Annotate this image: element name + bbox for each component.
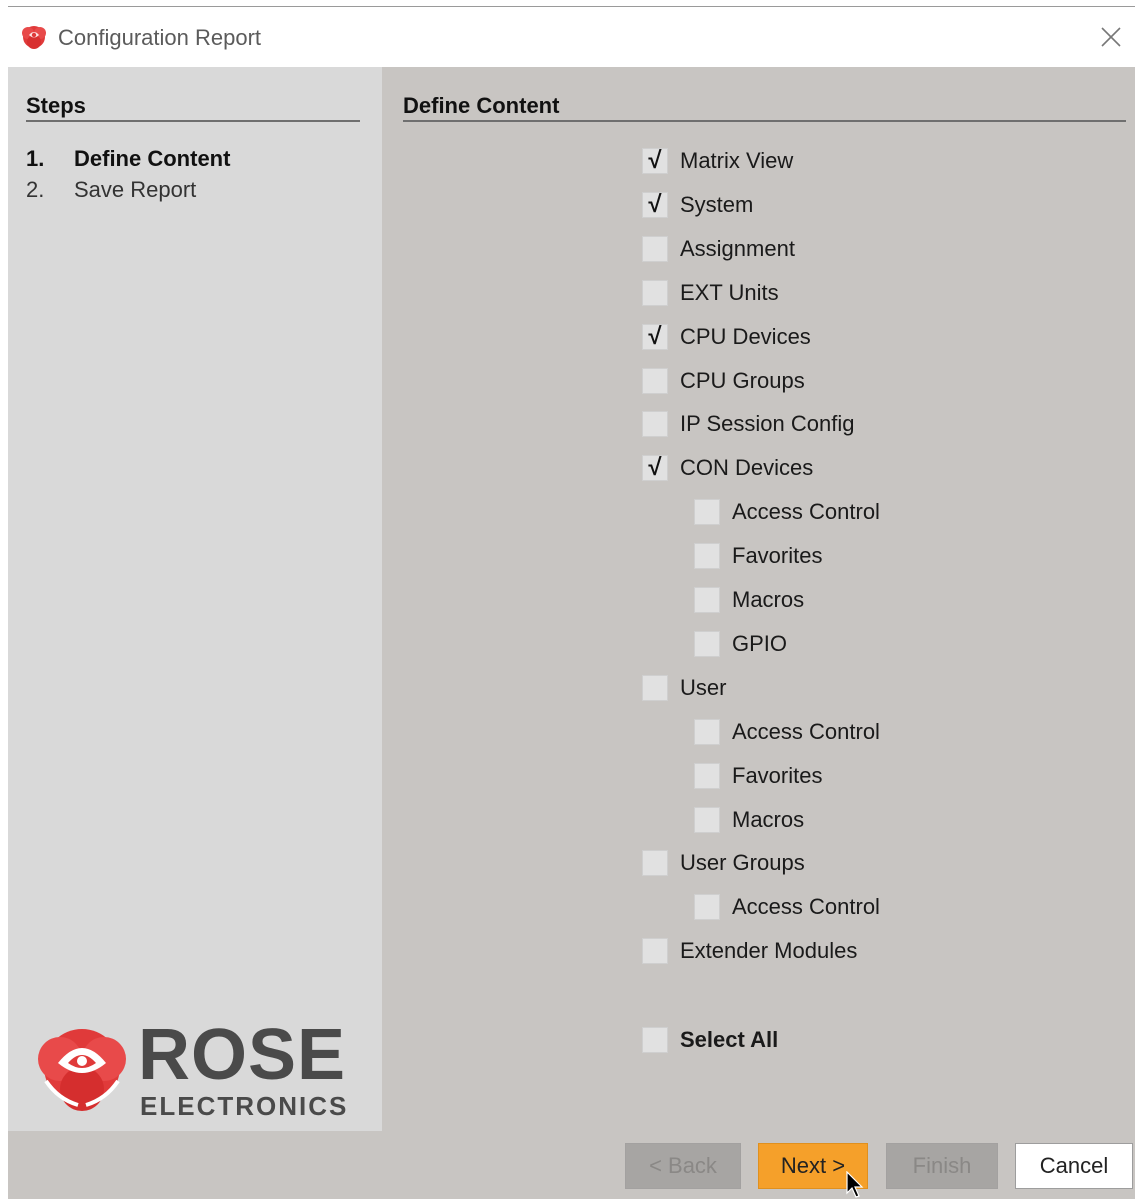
option-checkbox[interactable]: User Groups (642, 848, 805, 878)
checkbox-box[interactable] (642, 236, 668, 262)
content-heading: Define Content (403, 93, 560, 118)
content-divider (403, 120, 1126, 122)
window-title: Configuration Report (58, 25, 262, 50)
step-define-content: 1. Define Content (26, 146, 230, 172)
checkmark-icon[interactable]: √ (642, 192, 668, 218)
content-panel: Define Content √ Matrix View √ System Assign… (382, 67, 1135, 1131)
checkmark-icon[interactable]: √ (642, 455, 668, 481)
option-label: EXT Units (680, 280, 779, 305)
option-label: User (680, 675, 727, 700)
option-label: Matrix View (680, 148, 794, 173)
back-button[interactable]: < Back (625, 1143, 741, 1189)
option-label: User Groups (680, 850, 805, 875)
option-checkbox[interactable]: Favorites (694, 541, 822, 571)
option-checkbox[interactable]: Macros (694, 585, 804, 615)
checkbox-box[interactable] (642, 368, 668, 394)
close-icon[interactable] (1095, 21, 1127, 53)
checkbox-box[interactable] (642, 938, 668, 964)
option-checkbox[interactable]: Access Control (694, 892, 880, 922)
button-bar: < Back Next > Finish Cancel (8, 1131, 1135, 1199)
option-checkbox[interactable]: Favorites (694, 761, 822, 791)
checkbox-box[interactable] (694, 631, 720, 657)
mouse-pointer-icon (846, 1171, 864, 1198)
checkbox-box[interactable] (694, 807, 720, 833)
checkbox-box[interactable] (694, 763, 720, 789)
option-label: GPIO (732, 631, 788, 656)
checkbox-box[interactable] (642, 850, 668, 876)
checkbox-box[interactable] (694, 894, 720, 920)
checkbox-box[interactable] (642, 675, 668, 701)
option-checkbox[interactable]: √ System (642, 190, 753, 220)
step-label: Save Report (74, 177, 197, 202)
option-label: Access Control (732, 894, 880, 919)
option-checkbox[interactable]: √ CPU Devices (642, 322, 811, 352)
step-number: 1. (26, 146, 45, 171)
option-label: Favorites (732, 763, 823, 788)
option-checkbox[interactable]: IP Session Config (642, 409, 854, 439)
option-label: IP Session Config (680, 411, 855, 436)
checkbox-box[interactable] (694, 543, 720, 569)
option-label: Access Control (732, 499, 880, 524)
option-checkbox[interactable]: Extender Modules (642, 936, 857, 966)
finish-button[interactable]: Finish (886, 1143, 998, 1189)
option-label: Favorites (732, 543, 823, 568)
option-checkbox[interactable]: EXT Units (642, 278, 779, 308)
checkbox-box[interactable] (694, 499, 720, 525)
option-checkbox[interactable]: Assignment (642, 234, 795, 264)
option-label: Extender Modules (680, 938, 858, 963)
option-checkbox[interactable]: User (642, 673, 726, 703)
option-checkbox[interactable]: Access Control (694, 497, 880, 527)
rose-electronics-logo: ROSE ELECTRONICS (28, 1015, 368, 1121)
checkbox-box[interactable] (642, 1027, 668, 1053)
option-checkbox[interactable]: Macros (694, 805, 804, 835)
select-all-checkbox[interactable]: Select All (642, 1025, 778, 1055)
select-all-label: Select All (680, 1027, 779, 1052)
steps-divider (26, 120, 360, 122)
rose-logo-icon (38, 1029, 126, 1111)
checkbox-box[interactable] (694, 587, 720, 613)
steps-panel: Steps 1. Define Content 2. Save Report ROS… (8, 67, 382, 1131)
steps-heading: Steps (26, 93, 86, 118)
step-save-report: 2. Save Report (26, 177, 196, 203)
title-bar: Configuration Report (8, 7, 1135, 67)
option-label: CON Devices (680, 455, 814, 480)
option-label: CPU Devices (680, 324, 811, 349)
logo-wordmark: ROSE (138, 1015, 347, 1095)
checkbox-box[interactable] (694, 719, 720, 745)
checkbox-box[interactable] (642, 280, 668, 306)
option-checkbox[interactable]: Access Control (694, 717, 880, 747)
logo-subtitle: ELECTRONICS (140, 1091, 349, 1121)
option-label: System (680, 192, 754, 217)
step-number: 2. (26, 177, 45, 202)
cancel-button[interactable]: Cancel (1015, 1143, 1133, 1189)
checkmark-icon[interactable]: √ (642, 148, 668, 174)
option-checkbox[interactable]: √ Matrix View (642, 146, 793, 176)
checkmark-icon[interactable]: √ (642, 324, 668, 350)
option-label: Access Control (732, 719, 880, 744)
option-label: CPU Groups (680, 368, 805, 393)
option-checkbox[interactable]: √ CON Devices (642, 453, 813, 483)
option-label: Assignment (680, 236, 795, 261)
step-label: Define Content (74, 146, 231, 171)
option-label: Macros (732, 587, 805, 612)
rose-icon (22, 26, 46, 49)
option-checkbox[interactable]: GPIO (694, 629, 787, 659)
option-checkbox[interactable]: CPU Groups (642, 366, 805, 396)
option-label: Macros (732, 807, 805, 832)
checkbox-box[interactable] (642, 411, 668, 437)
